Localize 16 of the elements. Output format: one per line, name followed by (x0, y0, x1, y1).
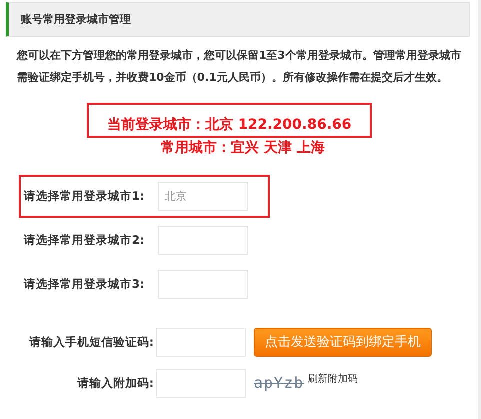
intro-text: 您可以在下方管理您的常用登录城市，您可以保留1至3个常用登录城市。管理常用登录城市需验证绑定手机号，并收费10金币（0.1元人民币）。所有修改操作需在提交后才生效。 (17, 48, 462, 86)
section-title: 账号常用登录城市管理 (21, 12, 131, 27)
field-label: 请选择常用登录城市3: (22, 277, 146, 292)
field-label: 请选择常用登录城市2: (22, 233, 146, 248)
captcha-input[interactable] (156, 368, 246, 398)
city-input[interactable]: 北京 (158, 182, 248, 211)
current-city-text: 当前登录城市：北京 122.200.86.66 (107, 116, 352, 134)
city-input[interactable] (158, 226, 248, 255)
refresh-captcha-link[interactable]: 刷新附加码 (308, 372, 358, 386)
sms-code-input[interactable] (156, 328, 246, 356)
field-label: 请输入手机短信验证码: (28, 334, 155, 350)
field-label: 请输入附加码: (76, 376, 155, 390)
captcha-image: apYzb (254, 374, 304, 392)
common-cities-text: 常用城市：宜兴 天津 上海 (160, 139, 326, 157)
city-input[interactable] (158, 270, 248, 299)
field-label: 请选择常用登录城市1: (22, 189, 146, 204)
